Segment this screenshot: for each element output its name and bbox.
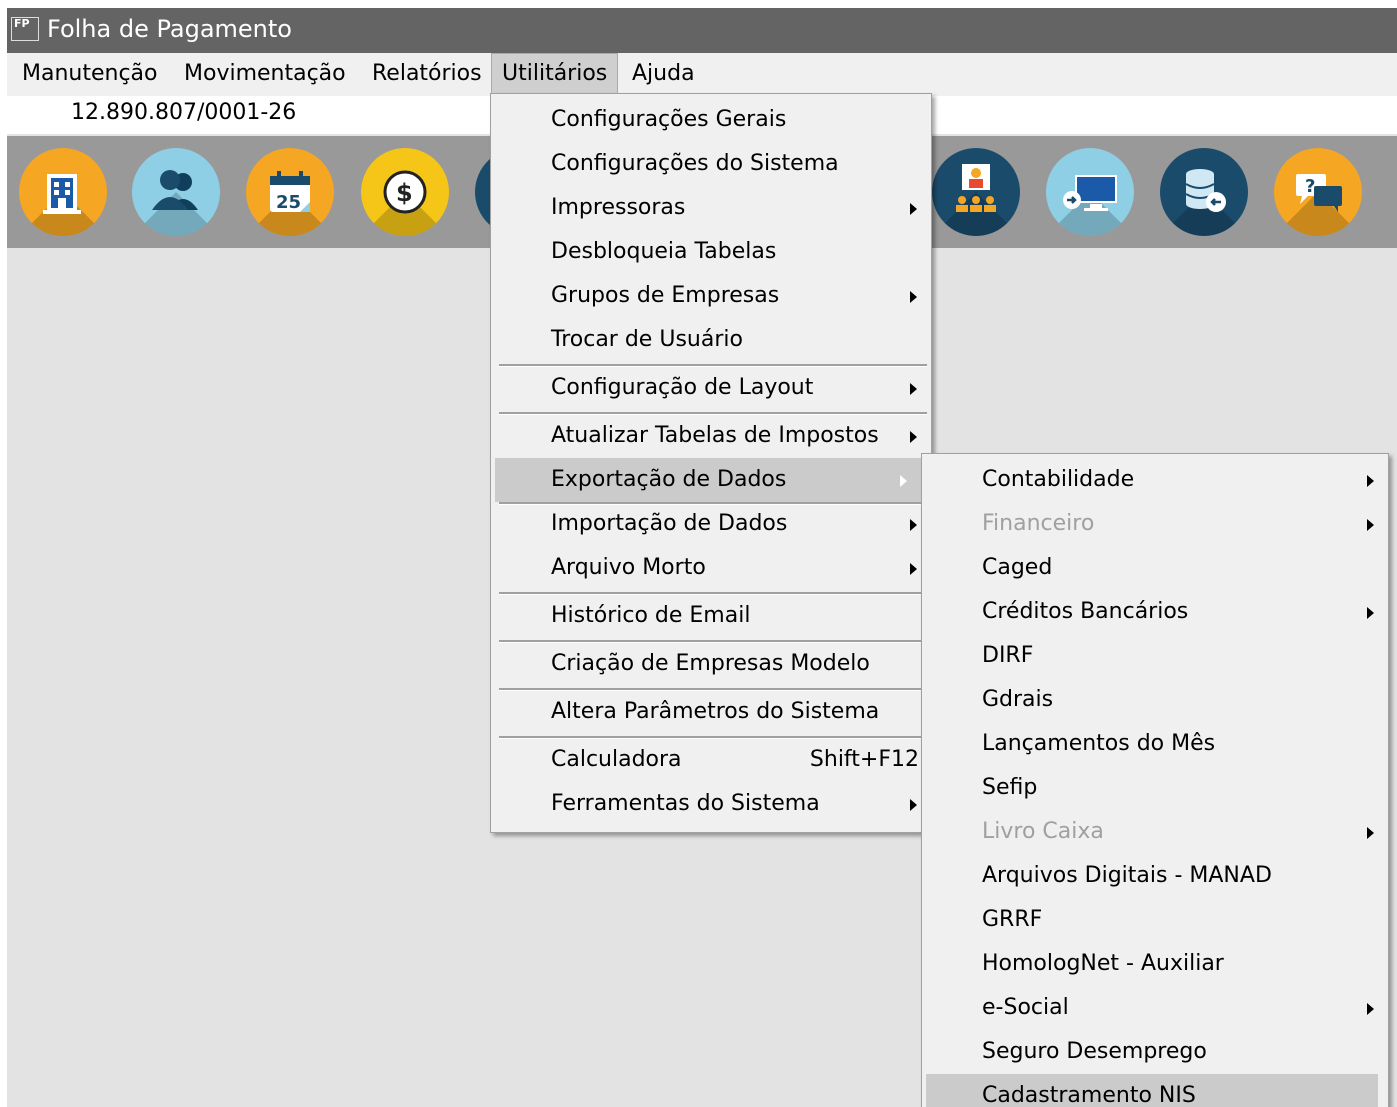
payment-icon[interactable]: $	[361, 148, 449, 236]
menu-trocar-usuario[interactable]: Trocar de Usuário	[491, 318, 931, 362]
menu-relatorios[interactable]: Relatórios	[362, 53, 492, 95]
submenu-arrow-icon	[900, 475, 907, 487]
menu-desbloqueia-tabelas[interactable]: Desbloqueia Tabelas	[491, 230, 931, 274]
menu-seguro-desemprego[interactable]: Seguro Desemprego	[922, 1030, 1388, 1074]
menu-e-social[interactable]: e-Social	[922, 986, 1388, 1030]
utilitarios-menu: Configurações Gerais Configurações do Si…	[490, 93, 932, 833]
svg-text:25: 25	[276, 192, 301, 213]
submenu-arrow-icon	[910, 203, 917, 215]
menu-atualizar-tabelas-impostos[interactable]: Atualizar Tabelas de Impostos	[491, 414, 931, 458]
menu-criacao-empresas-modelo[interactable]: Criação de Empresas Modelo	[491, 642, 931, 686]
menu-configuracoes-gerais[interactable]: Configurações Gerais	[491, 98, 931, 142]
title-bar: FP Folha de Pagamento	[7, 8, 1397, 53]
app-icon: FP	[11, 17, 39, 41]
menu-financeiro[interactable]: Financeiro	[922, 502, 1388, 546]
menu-configuracoes-sistema[interactable]: Configurações do Sistema	[491, 142, 931, 186]
menu-grupos-empresas[interactable]: Grupos de Empresas	[491, 274, 931, 318]
svg-text:?: ?	[1305, 176, 1315, 197]
menu-cadastramento-nis[interactable]: Cadastramento NIS	[926, 1074, 1378, 1107]
meeting-icon[interactable]	[932, 148, 1020, 236]
menu-arquivos-digitais-manad[interactable]: Arquivos Digitais - MANAD	[922, 854, 1388, 898]
menu-bar: Manutenção Movimentação Relatórios Utili…	[7, 53, 1397, 96]
submenu-arrow-icon	[910, 799, 917, 811]
submenu-arrow-icon	[1367, 827, 1374, 839]
svg-text:$: $	[396, 179, 413, 207]
menu-sefip[interactable]: Sefip	[922, 766, 1388, 810]
submenu-arrow-icon	[910, 383, 917, 395]
menu-lancamentos-mes[interactable]: Lançamentos do Mês	[922, 722, 1388, 766]
menu-importacao-dados[interactable]: Importação de Dados	[491, 502, 931, 546]
menu-ajuda[interactable]: Ajuda	[622, 53, 705, 95]
database-restore-icon[interactable]	[1160, 148, 1248, 236]
company-cnpj: 12.890.807/0001-26	[71, 100, 297, 125]
menu-creditos-bancarios[interactable]: Créditos Bancários	[922, 590, 1388, 634]
menu-calculadora[interactable]: Calculadora Shift+F12	[491, 738, 931, 782]
menu-grrf[interactable]: GRRF	[922, 898, 1388, 942]
submenu-arrow-icon	[1367, 607, 1374, 619]
menu-homolognet-auxiliar[interactable]: HomologNet - Auxiliar	[922, 942, 1388, 986]
calendar-icon[interactable]: 25	[246, 148, 334, 236]
menu-arquivo-morto[interactable]: Arquivo Morto	[491, 546, 931, 590]
submenu-arrow-icon	[910, 519, 917, 531]
menu-gdrais[interactable]: Gdrais	[922, 678, 1388, 722]
submenu-arrow-icon	[910, 431, 917, 443]
help-chat-icon[interactable]: ?	[1274, 148, 1362, 236]
submenu-arrow-icon	[1367, 475, 1374, 487]
menu-dirf[interactable]: DIRF	[922, 634, 1388, 678]
menu-ferramentas-sistema[interactable]: Ferramentas do Sistema	[491, 782, 931, 826]
company-icon[interactable]	[19, 148, 107, 236]
menu-caged[interactable]: Caged	[922, 546, 1388, 590]
menu-impressoras[interactable]: Impressoras	[491, 186, 931, 230]
exportacao-submenu: Contabilidade Financeiro Caged Créditos …	[921, 453, 1389, 1107]
menu-altera-parametros[interactable]: Altera Parâmetros do Sistema	[491, 690, 931, 734]
app-window: FP Folha de Pagamento Manutenção Movimen…	[7, 8, 1397, 1107]
menu-manutencao[interactable]: Manutenção	[12, 53, 168, 95]
menu-historico-email[interactable]: Histórico de Email	[491, 594, 931, 638]
shortcut-label: Shift+F12	[809, 747, 919, 772]
menu-livro-caixa[interactable]: Livro Caixa	[922, 810, 1388, 854]
menu-utilitarios[interactable]: Utilitários	[491, 53, 619, 95]
menu-contabilidade[interactable]: Contabilidade	[922, 458, 1388, 502]
remote-screen-icon[interactable]	[1046, 148, 1134, 236]
menu-configuracao-layout[interactable]: Configuração de Layout	[491, 366, 931, 410]
submenu-arrow-icon	[1367, 1003, 1374, 1015]
submenu-arrow-icon	[910, 563, 917, 575]
menu-movimentacao[interactable]: Movimentação	[174, 53, 356, 95]
window-title: Folha de Pagamento	[47, 15, 292, 43]
submenu-arrow-icon	[910, 291, 917, 303]
submenu-arrow-icon	[1367, 519, 1374, 531]
employees-icon[interactable]	[132, 148, 220, 236]
menu-exportacao-dados[interactable]: Exportação de Dados	[495, 458, 921, 502]
